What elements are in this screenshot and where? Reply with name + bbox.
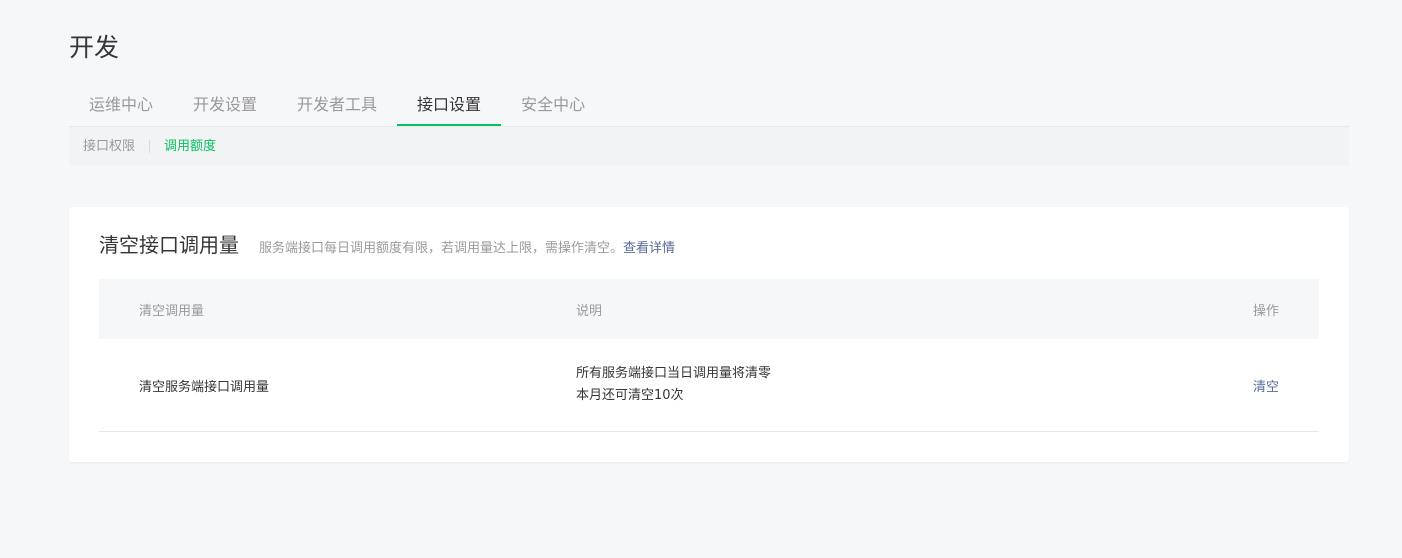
card-description: 服务端接口每日调用额度有限，若调用量达上限，需操作清空。 (259, 241, 624, 256)
row-name: 清空服务端接口调用量 (139, 379, 270, 395)
tab-ops-center[interactable]: 运维中心 (69, 86, 173, 124)
row-description-line: 所有服务端接口当日调用量将清零 (576, 366, 772, 381)
row-description: 所有服务端接口当日调用量将清零 本月还可清空10次 (576, 339, 771, 431)
row-action: 清空 (1253, 339, 1279, 431)
header-action: 操作 (1252, 303, 1279, 319)
subnav-api-permissions[interactable]: 接口权限 (69, 139, 149, 155)
quota-table: 清空调用量 说明 操作 清空服务端接口调用量 所有服务端接口当日调用量将清零 本… (99, 279, 1319, 432)
tab-security-center[interactable]: 安全中心 (501, 86, 605, 124)
row-description-line: 本月还可清空10次 (576, 388, 684, 403)
page-title: 开发 (69, 33, 120, 62)
header-description: 说明 (576, 303, 603, 319)
table-header: 清空调用量 说明 操作 (99, 279, 1319, 339)
sub-navigation: 接口权限 调用额度 (69, 127, 1349, 166)
tab-dev-tools[interactable]: 开发者工具 (277, 86, 397, 124)
clear-button[interactable]: 清空 (1253, 376, 1279, 395)
header-clear-usage: 清空调用量 (139, 303, 205, 319)
table-row: 清空服务端接口调用量 所有服务端接口当日调用量将清零 本月还可清空10次 清空 (99, 339, 1319, 432)
card-header: 清空接口调用量 服务端接口每日调用额度有限，若调用量达上限，需操作清空。 查看详… (99, 229, 675, 258)
subnav-call-quota[interactable]: 调用额度 (150, 139, 230, 155)
card-title: 清空接口调用量 (99, 233, 239, 257)
tab-dev-settings[interactable]: 开发设置 (173, 86, 277, 124)
tab-api-settings[interactable]: 接口设置 (397, 86, 502, 126)
main-tabs: 运维中心 开发设置 开发者工具 接口设置 安全中心 (69, 86, 1349, 127)
view-details-link[interactable]: 查看详情 (623, 237, 675, 256)
quota-card: 清空接口调用量 服务端接口每日调用额度有限，若调用量达上限，需操作清空。 查看详… (69, 207, 1349, 462)
